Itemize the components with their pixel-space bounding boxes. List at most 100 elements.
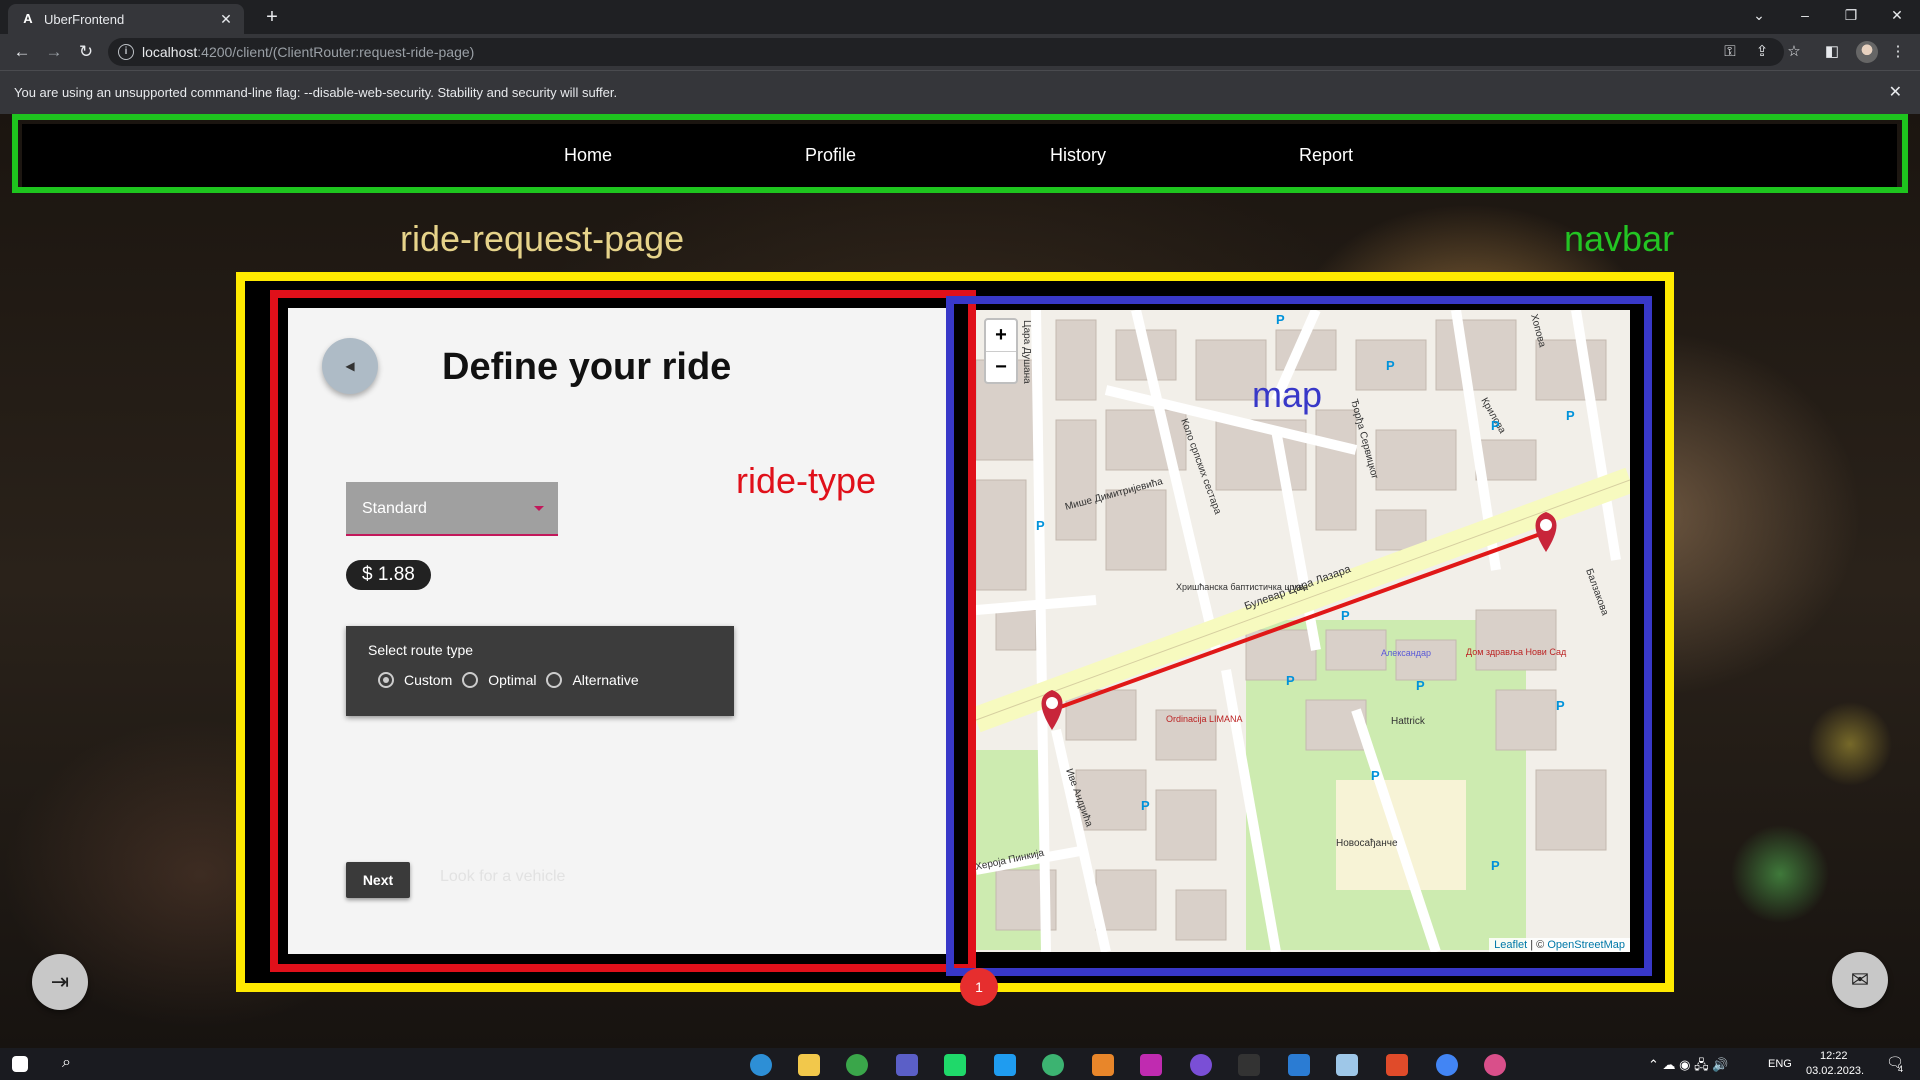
- map-label-aleksandar: Александар: [1381, 648, 1431, 658]
- next-button[interactable]: Next: [346, 862, 410, 898]
- zoom-out-button[interactable]: −: [986, 352, 1016, 383]
- radio-alternative[interactable]: [546, 672, 563, 688]
- radio-custom[interactable]: [378, 672, 394, 688]
- map-label-clinic: Ordinacija LIMANA: [1166, 714, 1243, 724]
- zoom-in-button[interactable]: +: [986, 320, 1016, 352]
- pycharm-icon[interactable]: [944, 1054, 966, 1076]
- new-tab-button[interactable]: +: [260, 6, 284, 30]
- navbar-annotation: navbar: [1564, 218, 1675, 259]
- map-label-balzakova: Балзакова: [1583, 567, 1610, 617]
- address-bar[interactable]: i localhost:4200/client/(ClientRouter:re…: [108, 38, 1784, 66]
- system-tray-icons[interactable]: ⌃ ☁ ◉ 🖧 🔊: [1648, 1056, 1728, 1078]
- chat-button[interactable]: ✉: [1832, 952, 1888, 1008]
- vscode-icon[interactable]: [994, 1054, 1016, 1076]
- profile-avatar[interactable]: [1856, 41, 1878, 63]
- nav-history[interactable]: History: [1050, 145, 1106, 166]
- git-icon[interactable]: [1386, 1054, 1408, 1076]
- teams-icon[interactable]: [896, 1054, 918, 1076]
- url-path: :4200/client/(ClientRouter:request-ride-…: [197, 44, 475, 60]
- svg-text:P: P: [1371, 768, 1380, 783]
- clock-time[interactable]: 12:22: [1820, 1050, 1848, 1062]
- paint-icon[interactable]: [1484, 1054, 1506, 1076]
- warning-infobar: You are using an unsupported command-lin…: [0, 70, 1920, 115]
- leaflet-link[interactable]: Leaflet: [1494, 939, 1527, 951]
- svg-text:P: P: [1416, 678, 1425, 693]
- ride-type-value: Standard: [362, 500, 427, 517]
- svg-text:P: P: [1491, 858, 1500, 873]
- end-marker[interactable]: [1535, 512, 1557, 552]
- logout-button[interactable]: ⇥: [32, 954, 88, 1010]
- price-badge: $ 1.88: [346, 560, 431, 590]
- key-icon[interactable]: ⚿: [1720, 42, 1740, 62]
- windows-start-icon[interactable]: [12, 1056, 28, 1072]
- windows-taskbar: ⌕ ⌃ ☁ ◉ 🖧 🔊 ENG 12:22 03.02.2023. 🗨 4: [0, 1048, 1920, 1080]
- side-panel-icon[interactable]: ◧: [1822, 42, 1842, 62]
- tab-search-icon[interactable]: ⌄: [1736, 0, 1782, 30]
- browser-toolbar: ← → ↻ i localhost:4200/client/(ClientRou…: [0, 34, 1920, 70]
- restore-button[interactable]: ❐: [1828, 0, 1874, 30]
- svg-text:P: P: [1141, 798, 1150, 813]
- ride-form-card: ◀ Define your ride Standard ride-type $ …: [288, 308, 948, 954]
- bookmark-star-icon[interactable]: ☆: [1784, 42, 1804, 62]
- radio-optimal-label[interactable]: Optimal: [488, 672, 536, 688]
- map-label-hattrick: Hattrick: [1391, 716, 1426, 727]
- chrome-canary-icon[interactable]: [846, 1054, 868, 1076]
- site-info-icon[interactable]: i: [118, 44, 134, 60]
- nav-home[interactable]: Home: [564, 145, 612, 166]
- map-attribution: Leaflet | © OpenStreetMap: [1489, 938, 1630, 952]
- chrome-icon[interactable]: [1436, 1054, 1458, 1076]
- map-zoom-control: + −: [984, 318, 1018, 384]
- search-icon[interactable]: ⌕: [62, 1054, 71, 1072]
- map-view[interactable]: Булевар Цара Лазара Хришћанска баптистич…: [976, 310, 1630, 952]
- svg-text:P: P: [1556, 698, 1565, 713]
- svg-text:P: P: [1566, 408, 1575, 423]
- map-label-church: Хришћанска баптистичка црква: [1176, 582, 1308, 592]
- share-icon[interactable]: ⇪: [1752, 42, 1772, 62]
- nav-report[interactable]: Report: [1299, 145, 1353, 166]
- openstreetmap-link[interactable]: OpenStreetMap: [1547, 939, 1625, 951]
- kebab-menu-icon[interactable]: ⋮: [1888, 42, 1908, 62]
- angular-favicon-icon: A: [23, 11, 33, 26]
- page-title: Define your ride: [442, 346, 732, 388]
- radio-custom-label[interactable]: Custom: [404, 672, 452, 688]
- svg-text:P: P: [1386, 358, 1395, 373]
- svg-text:P: P: [1341, 608, 1350, 623]
- language-indicator[interactable]: ENG: [1768, 1058, 1792, 1070]
- window-close-button[interactable]: ✕: [1874, 0, 1920, 30]
- route-type-panel: Select route type Custom Optimal Alterna…: [346, 626, 734, 716]
- edge-icon[interactable]: [750, 1054, 772, 1076]
- svg-text:P: P: [1286, 673, 1295, 688]
- forward-arrow-icon[interactable]: →: [42, 40, 66, 64]
- map-annotation: map: [1252, 374, 1323, 415]
- discord-icon[interactable]: [1190, 1054, 1212, 1076]
- attribution-separator: | ©: [1527, 939, 1548, 951]
- map-label-health-center: Дом здравља Нови Сад: [1466, 647, 1567, 657]
- app-page: Home Profile History Report ride-request…: [0, 114, 1920, 1048]
- back-button[interactable]: ◀: [322, 338, 378, 394]
- reload-icon[interactable]: ↻: [74, 40, 98, 64]
- svg-text:P: P: [1036, 518, 1045, 533]
- intellij-icon[interactable]: [1140, 1054, 1162, 1076]
- browser-tab-strip: A UberFrontend ✕ + ⌄ – ❐ ✕: [0, 0, 1920, 34]
- photos-icon[interactable]: [1288, 1054, 1310, 1076]
- radio-alternative-label[interactable]: Alternative: [572, 672, 638, 688]
- minimize-button[interactable]: –: [1782, 0, 1828, 30]
- radio-optimal[interactable]: [462, 672, 479, 688]
- app-icon[interactable]: [1042, 1054, 1064, 1076]
- notes-icon[interactable]: [1336, 1054, 1358, 1076]
- back-arrow-icon[interactable]: ←: [10, 40, 34, 64]
- nav-profile[interactable]: Profile: [805, 145, 856, 166]
- browser-tab[interactable]: A UberFrontend ✕: [8, 4, 244, 34]
- clock-date[interactable]: 03.02.2023.: [1806, 1065, 1864, 1077]
- tab-title: UberFrontend: [44, 11, 125, 27]
- notification-dot[interactable]: 1: [960, 968, 998, 1006]
- map-label-novosadjance: Новосађанче: [1336, 837, 1398, 849]
- dropdown-arrow-icon: [534, 506, 544, 511]
- terminal-icon[interactable]: [1238, 1054, 1260, 1076]
- file-explorer-icon[interactable]: [798, 1054, 820, 1076]
- ride-type-select[interactable]: Standard: [346, 482, 558, 536]
- tab-close-icon[interactable]: ✕: [216, 11, 236, 28]
- sublime-icon[interactable]: [1092, 1054, 1114, 1076]
- infobar-close-icon[interactable]: ✕: [1889, 71, 1902, 115]
- map-label-cara-dusana: Цара Душана: [1021, 320, 1032, 384]
